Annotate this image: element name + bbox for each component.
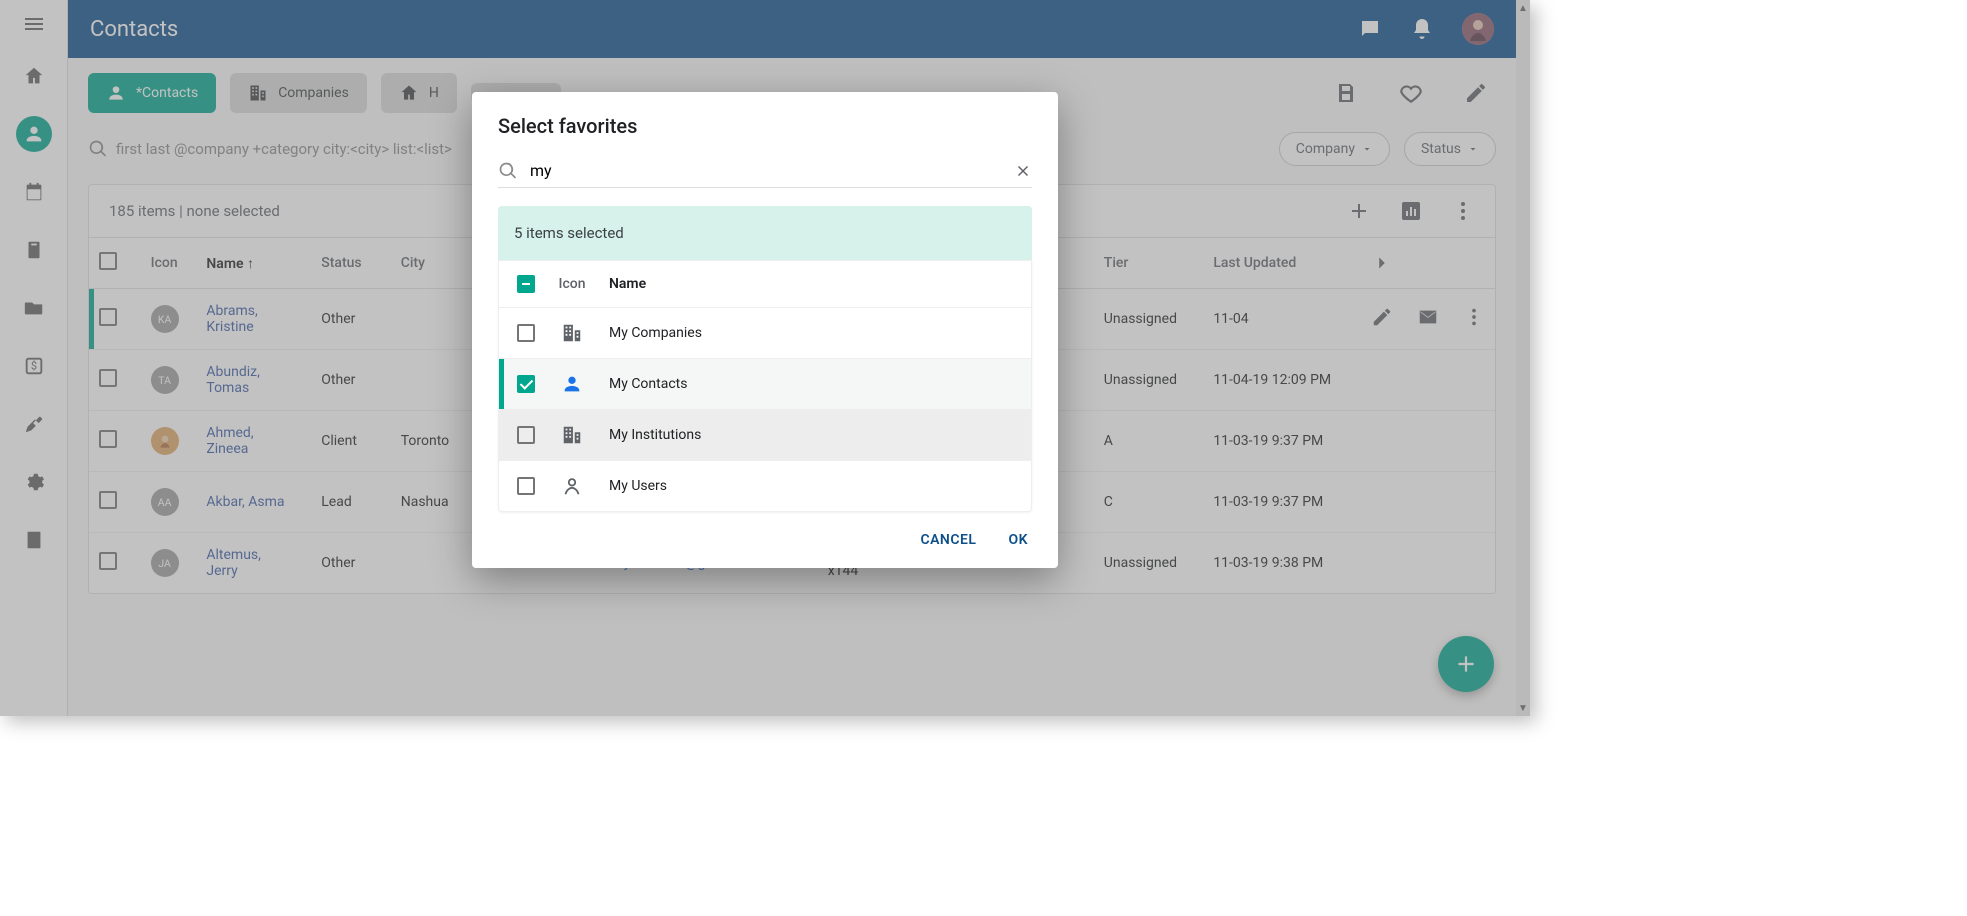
search-icon [498, 161, 518, 181]
dialog-row[interactable]: My Contacts [499, 358, 1031, 409]
dialog-row[interactable]: My Companies [499, 307, 1031, 358]
company-icon [557, 424, 587, 446]
company-icon [557, 322, 587, 344]
dialog-row-label: My Contacts [609, 376, 687, 392]
dialog-row-checkbox[interactable] [517, 324, 535, 342]
dialog-col-name: Name [609, 276, 646, 292]
cancel-button[interactable]: CANCEL [920, 532, 976, 548]
favorites-dialog: Select favorites 5 items selected Icon N… [472, 92, 1058, 568]
dialog-col-icon: Icon [557, 276, 587, 292]
ok-button[interactable]: OK [1008, 532, 1028, 548]
dialog-row-label: My Companies [609, 325, 702, 341]
dialog-actions: CANCEL OK [472, 512, 1058, 562]
dialog-row-label: My Institutions [609, 427, 701, 443]
dialog-row-checkbox[interactable] [517, 375, 535, 393]
dialog-row-label: My Users [609, 478, 667, 494]
dialog-select-all[interactable] [517, 275, 535, 293]
dialog-selection-banner: 5 items selected [498, 206, 1032, 260]
dialog-header-row: Icon Name [499, 260, 1031, 307]
dialog-list: Icon Name My Companies My Contacts My In… [498, 260, 1032, 512]
dialog-row[interactable]: My Institutions [499, 409, 1031, 460]
dialog-title: Select favorites [472, 92, 1058, 148]
dialog-row-checkbox[interactable] [517, 426, 535, 444]
dialog-search-input[interactable] [528, 160, 1014, 181]
dialog-row-checkbox[interactable] [517, 477, 535, 495]
dialog-search [498, 154, 1032, 188]
user-icon [557, 475, 587, 497]
clear-icon[interactable] [1014, 162, 1032, 180]
dialog-row[interactable]: My Users [499, 460, 1031, 511]
person-icon [557, 373, 587, 395]
